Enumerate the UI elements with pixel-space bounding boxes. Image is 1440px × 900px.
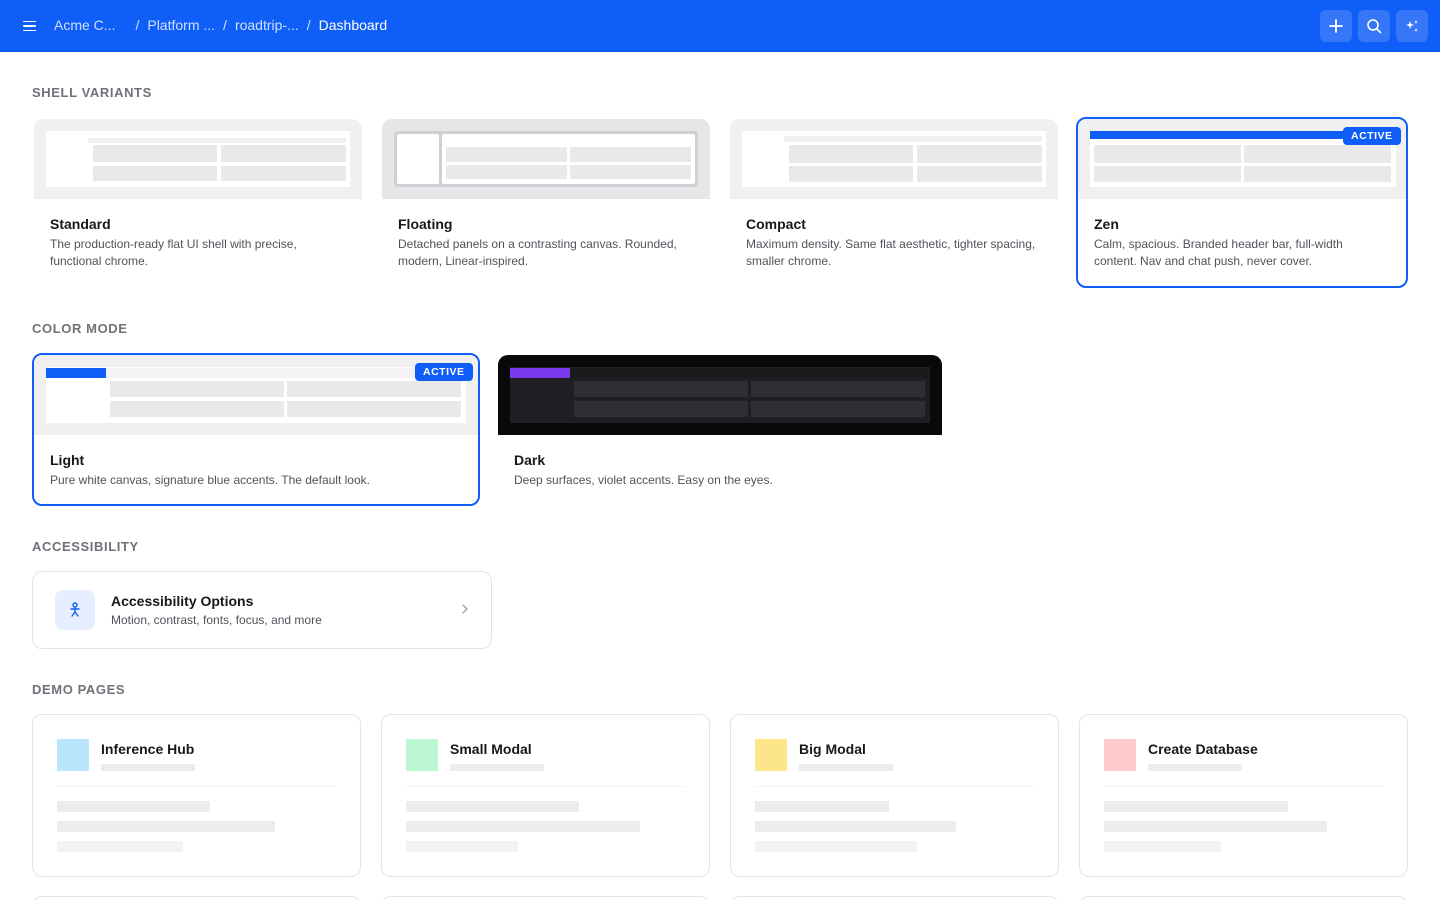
shell-variant-title: Zen <box>1094 216 1119 232</box>
accessibility-options-card[interactable]: Accessibility Options Motion, contrast, … <box>32 571 492 649</box>
shell-variant-floating[interactable]: Floating Detached panels on a contrastin… <box>382 119 710 285</box>
demo-page-card[interactable] <box>32 896 361 900</box>
breadcrumb-project[interactable]: roadtrip-... <box>235 17 299 33</box>
color-mode-description: Pure white canvas, signature blue accent… <box>50 473 370 487</box>
search-icon <box>1367 19 1382 34</box>
demo-page-subtitle-placeholder <box>1148 764 1242 771</box>
color-preview-light <box>34 355 478 435</box>
hamburger-menu-icon[interactable] <box>20 16 40 36</box>
demo-page-title: Create Database <box>1148 741 1258 757</box>
search-button[interactable] <box>1358 10 1390 42</box>
demo-page-swatch <box>1104 739 1136 771</box>
shell-preview-floating <box>382 119 710 199</box>
shell-variant-title: Compact <box>746 216 806 232</box>
demo-page-subtitle-placeholder <box>101 764 195 771</box>
shell-variant-standard[interactable]: Standard The production-ready flat UI sh… <box>34 119 362 285</box>
breadcrumb-current-page: Dashboard <box>318 17 388 33</box>
shell-preview-compact <box>730 119 1058 199</box>
shell-variant-title: Floating <box>398 216 453 232</box>
demo-page-card[interactable] <box>1079 896 1408 900</box>
demo-page-swatch <box>755 739 787 771</box>
shell-variant-description: The production-ready flat UI shell with … <box>50 237 297 268</box>
shell-variant-description: Detached panels on a contrasting canvas.… <box>398 237 677 268</box>
breadcrumb-separator: / <box>306 17 311 33</box>
demo-page-subtitle-placeholder <box>450 764 544 771</box>
shell-variant-description: Maximum density. Same flat aesthetic, ti… <box>746 237 1036 268</box>
demo-page-card[interactable] <box>381 896 710 900</box>
color-mode-title: Light <box>50 452 85 468</box>
breadcrumb-org[interactable]: Acme C... <box>54 17 115 33</box>
color-mode-description: Deep surfaces, violet accents. Easy on t… <box>514 473 773 487</box>
color-preview-dark <box>498 355 942 435</box>
demo-page-small-modal[interactable]: Small Modal <box>381 714 710 877</box>
section-title-accessibility: ACCESSIBILITY <box>32 539 139 554</box>
demo-page-big-modal[interactable]: Big Modal <box>730 714 1059 877</box>
chevron-right-icon <box>462 604 468 614</box>
accessibility-person-icon <box>55 590 95 630</box>
active-badge: ACTIVE <box>415 363 473 381</box>
demo-page-title: Small Modal <box>450 741 532 757</box>
demo-page-subtitle-placeholder <box>799 764 893 771</box>
plus-icon <box>1329 19 1343 33</box>
section-title-color-mode: COLOR MODE <box>32 321 128 336</box>
add-button[interactable] <box>1320 10 1352 42</box>
accessibility-options-description: Motion, contrast, fonts, focus, and more <box>111 613 322 627</box>
demo-page-card[interactable] <box>730 896 1059 900</box>
shell-variant-compact[interactable]: Compact Maximum density. Same flat aesth… <box>730 119 1058 285</box>
demo-page-swatch <box>406 739 438 771</box>
top-header-bar: Acme C... / Platform ... / roadtrip-... … <box>0 0 1440 52</box>
breadcrumb: Acme C... / Platform ... / roadtrip-... … <box>54 17 387 33</box>
shell-variant-description: Calm, spacious. Branded header bar, full… <box>1094 237 1343 268</box>
active-badge: ACTIVE <box>1343 127 1401 145</box>
color-mode-title: Dark <box>514 452 546 468</box>
accessibility-options-title: Accessibility Options <box>111 593 254 609</box>
sparkle-icon <box>1406 20 1418 32</box>
demo-page-swatch <box>57 739 89 771</box>
shell-variant-title: Standard <box>50 216 111 232</box>
breadcrumb-separator: / <box>135 17 140 33</box>
color-mode-dark[interactable]: Dark Deep surfaces, violet accents. Easy… <box>498 355 942 505</box>
demo-page-title: Inference Hub <box>101 741 195 757</box>
ai-assistant-button[interactable] <box>1396 10 1428 42</box>
shell-preview-standard <box>34 119 362 199</box>
breadcrumb-separator: / <box>223 17 227 33</box>
demo-page-create-database[interactable]: Create Database <box>1079 714 1408 877</box>
breadcrumb-platform[interactable]: Platform ... <box>147 17 215 33</box>
section-title-demo-pages: DEMO PAGES <box>32 682 126 697</box>
color-mode-light[interactable]: ACTIVE Light Pure white canvas, signatur… <box>32 353 480 506</box>
demo-page-inference-hub[interactable]: Inference Hub <box>32 714 361 877</box>
demo-page-title: Big Modal <box>799 741 866 757</box>
shell-variant-zen[interactable]: ACTIVE Zen Calm, spacious. Branded heade… <box>1076 117 1408 288</box>
section-title-shell-variants: SHELL VARIANTS <box>32 85 152 100</box>
